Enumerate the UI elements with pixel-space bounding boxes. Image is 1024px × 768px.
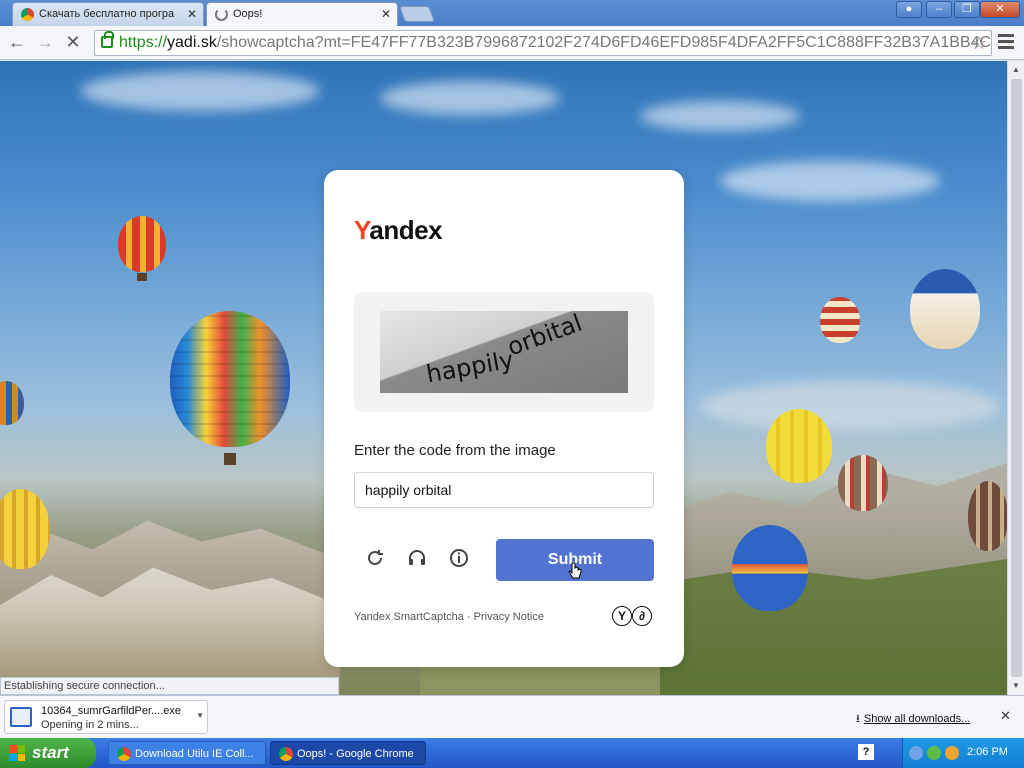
toolbar: ← → ✕ https://yadi.sk/showcaptcha?mt=FE4… xyxy=(0,26,1024,60)
scroll-down-icon[interactable]: ▼ xyxy=(1012,681,1020,690)
hot-air-balloon xyxy=(0,489,50,569)
url-path: /showcaptcha?mt=FE47FF77B323B7996872102F… xyxy=(216,34,992,51)
cloud xyxy=(720,161,940,201)
privacy-notice-link[interactable]: Privacy Notice xyxy=(474,611,544,623)
stop-button[interactable]: ✕ xyxy=(62,32,84,53)
hot-air-balloon xyxy=(170,311,290,447)
hand-cursor-icon xyxy=(568,562,582,579)
url-host: yadi.sk xyxy=(167,34,217,51)
info-icon[interactable] xyxy=(445,547,473,575)
download-shelf: 10364_sumrGarfildPer....exe Opening in 2… xyxy=(0,695,1024,738)
cloud xyxy=(380,81,560,115)
captcha-footer: Yandex SmartCaptcha · Privacy Notice xyxy=(354,611,544,623)
tab-title: Oops! xyxy=(233,8,263,20)
tab-strip: Скачать бесплатно програ ✕ Oops! ✕ ● – ❐… xyxy=(0,0,1024,26)
close-shelf-icon[interactable]: ✕ xyxy=(1000,708,1011,724)
download-item[interactable]: 10364_sumrGarfildPer....exe Opening in 2… xyxy=(4,700,208,734)
scroll-up-icon[interactable]: ▲ xyxy=(1012,65,1020,74)
exe-file-icon xyxy=(10,707,32,727)
close-window-button[interactable]: ✕ xyxy=(980,1,1020,18)
windows-flag-icon xyxy=(9,745,25,761)
forward-button[interactable]: → xyxy=(34,32,56,53)
clock: 2:06 PM xyxy=(967,746,1008,758)
chrome-icon xyxy=(21,8,34,21)
taskbar-item-active[interactable]: Oops! - Google Chrome xyxy=(270,741,426,765)
scroll-thumb[interactable] xyxy=(1011,79,1022,677)
hot-air-balloon xyxy=(820,297,860,343)
url-scheme: https:// xyxy=(119,34,168,51)
cloud xyxy=(640,101,800,131)
yandex-logo: Yandex xyxy=(354,215,443,245)
taskbar-item[interactable]: Download Utilu IE Coll... xyxy=(108,741,266,765)
taskbar: start Download Utilu IE Coll... Oops! - … xyxy=(0,738,1024,768)
captcha-word: orbital xyxy=(503,311,586,362)
hot-air-balloon xyxy=(0,381,24,425)
captcha-image: happily orbital xyxy=(380,311,628,393)
status-bubble: Establishing secure connection... xyxy=(0,677,339,695)
captcha-input[interactable]: happily orbital xyxy=(354,472,654,508)
captcha-card: Yandex happily orbital Enter the code fr… xyxy=(324,170,684,667)
page-scrollbar[interactable]: ▲ ▼ xyxy=(1007,61,1024,695)
captcha-prompt: Enter the code from the image xyxy=(354,442,556,459)
loading-spinner-icon xyxy=(215,8,228,21)
captcha-word: happily xyxy=(424,345,516,389)
system-tray: 2:06 PM xyxy=(902,738,1024,768)
address-bar[interactable]: https://yadi.sk/showcaptcha?mt=FE47FF77B… xyxy=(94,30,992,56)
refresh-icon[interactable] xyxy=(361,547,389,575)
network-icon[interactable] xyxy=(909,746,923,760)
close-tab-icon[interactable]: ✕ xyxy=(381,7,391,21)
browser-window: Скачать бесплатно програ ✕ Oops! ✕ ● – ❐… xyxy=(0,0,1024,768)
security-icon[interactable] xyxy=(927,746,941,760)
hot-air-balloon xyxy=(838,455,888,511)
chevron-down-icon[interactable]: ▼ xyxy=(196,711,204,720)
maximize-button[interactable]: ❐ xyxy=(954,1,980,18)
hot-air-balloon xyxy=(732,525,808,611)
tab-oops[interactable]: Oops! ✕ xyxy=(206,2,398,26)
hot-air-balloon xyxy=(766,409,832,483)
tab-title: Скачать бесплатно програ xyxy=(39,8,175,20)
balloon-basket xyxy=(224,453,236,465)
hot-air-balloon xyxy=(118,216,166,272)
search-icon[interactable] xyxy=(945,746,959,760)
chrome-icon xyxy=(279,747,293,761)
download-arrow-icon: ⭳ xyxy=(856,713,860,725)
lock-icon xyxy=(101,31,114,48)
user-profile-icon[interactable]: ● xyxy=(896,1,922,18)
close-tab-icon[interactable]: ✕ xyxy=(187,7,197,21)
balloon-basket xyxy=(137,273,147,281)
show-all-downloads-link[interactable]: ⭳ Show all downloads... xyxy=(856,710,970,729)
smartcaptcha-brand-icon: Y ∂ xyxy=(612,606,652,626)
back-button[interactable]: ← xyxy=(6,32,28,53)
help-icon[interactable]: ? xyxy=(858,744,874,760)
cloud xyxy=(700,381,1000,431)
audio-icon[interactable] xyxy=(403,547,431,575)
captcha-image-box: happily orbital xyxy=(354,292,654,412)
tab-download[interactable]: Скачать бесплатно програ ✕ xyxy=(12,2,204,26)
bookmark-star-icon[interactable]: ☆ xyxy=(971,31,987,55)
new-tab-button[interactable] xyxy=(399,6,435,22)
download-filename: 10364_sumrGarfildPer....exe xyxy=(41,705,182,717)
start-button[interactable]: start xyxy=(0,738,96,768)
download-status: Opening in 2 mins... xyxy=(41,719,139,731)
minimize-button[interactable]: – xyxy=(926,1,952,18)
chrome-icon xyxy=(117,747,131,761)
cloud xyxy=(80,71,320,111)
menu-icon[interactable] xyxy=(998,34,1014,52)
hot-air-balloon xyxy=(910,269,980,349)
hot-air-balloon xyxy=(968,481,1007,551)
smartcaptcha-link[interactable]: Yandex SmartCaptcha xyxy=(354,611,464,623)
